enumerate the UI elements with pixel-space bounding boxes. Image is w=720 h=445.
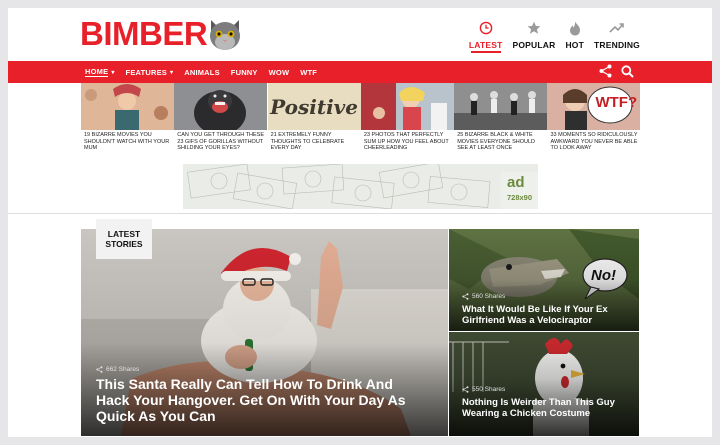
side-share-count: 550 Shares bbox=[462, 386, 505, 393]
share-icon bbox=[462, 293, 469, 300]
featured-thumb: WTF? bbox=[547, 83, 641, 130]
nav-popular-label: POPULAR bbox=[512, 40, 556, 50]
wtf-thumb-text: WTF? bbox=[595, 94, 638, 111]
hero-share-count: 662 Shares bbox=[96, 366, 139, 373]
trending-icon bbox=[609, 20, 625, 36]
page: BIMBER LATEST POPULAR HOT TRENDING HOME … bbox=[8, 8, 712, 437]
ad-label: ad bbox=[507, 174, 525, 191]
masthead: BIMBER LATEST POPULAR HOT TRENDING bbox=[8, 8, 712, 61]
side-story-image bbox=[449, 332, 639, 436]
nav-trending[interactable]: TRENDING bbox=[594, 20, 640, 53]
side-shares-label: 550 Shares bbox=[472, 386, 506, 393]
active-underline bbox=[470, 51, 501, 53]
nav-trending-label: TRENDING bbox=[594, 40, 640, 50]
side-story[interactable]: 550 Shares Nothing Is Weirder Than This … bbox=[449, 332, 639, 436]
ad-banner[interactable]: ad 728x90 bbox=[183, 161, 538, 210]
clock-icon bbox=[479, 20, 493, 36]
featured-card[interactable]: CAN YOU GET THROUGH THESE 23 GIFS OF GOR… bbox=[174, 83, 268, 163]
section-divider bbox=[8, 213, 712, 214]
main-menu-bar: HOME ▾ FEATURES ▾ ANIMALS FUNNY WOW WTF bbox=[8, 61, 712, 83]
side-share-count: 560 Shares bbox=[462, 293, 505, 300]
main-menu: HOME ▾ FEATURES ▾ ANIMALS FUNNY WOW WTF bbox=[85, 61, 317, 83]
menu-wow[interactable]: WOW bbox=[269, 68, 290, 77]
featured-card[interactable]: 19 BIZARRE MOVIES YOU SHOULDN'T WATCH WI… bbox=[81, 83, 174, 163]
cat-logo-icon bbox=[210, 20, 241, 50]
featured-card[interactable]: 25 BIZARRE BLACK & WHITE MOVIES EVERYONE… bbox=[454, 83, 548, 163]
nav-popular[interactable]: POPULAR bbox=[512, 20, 555, 53]
nav-hot-label: HOT bbox=[565, 40, 584, 50]
site-logo[interactable]: BIMBER bbox=[80, 14, 243, 54]
menu-features-label: FEATURES bbox=[125, 67, 167, 77]
featured-caption: 23 PHOTOS THAT PERFECTLY SUM UP HOW YOU … bbox=[363, 132, 449, 152]
chevron-down-icon: ▾ bbox=[111, 69, 115, 76]
featured-thumb: Positive bbox=[267, 83, 361, 130]
logo-text: BIMBER bbox=[80, 15, 208, 52]
featured-caption: 21 EXTREMELY FUNNY THOUGHTS TO CELEBRATE… bbox=[270, 132, 345, 152]
nav-latest-label: LATEST bbox=[468, 40, 503, 50]
featured-caption: 19 BIZARRE MOVIES YOU SHOULDN'T WATCH WI… bbox=[84, 132, 170, 152]
latest-badge-line2: STORIES bbox=[105, 239, 143, 249]
featured-caption: 33 MOMENTS SO RIDICULOUSLY AWKWARD YOU N… bbox=[550, 132, 638, 152]
share-icon[interactable] bbox=[599, 64, 612, 78]
menu-funny[interactable]: FUNNY bbox=[231, 68, 258, 77]
featured-caption: CAN YOU GET THROUGH THESE 23 GIFS OF GOR… bbox=[177, 132, 264, 152]
featured-card[interactable]: WTF? 33 MOMENTS SO RIDICULOUSLY AWKWARD … bbox=[547, 83, 641, 163]
ad-background bbox=[183, 161, 538, 210]
share-icon bbox=[462, 386, 469, 393]
menu-home[interactable]: HOME ▾ bbox=[85, 67, 115, 77]
featured-caption: 25 BIZARRE BLACK & WHITE MOVIES EVERYONE… bbox=[457, 132, 536, 152]
bubble-text: No! bbox=[591, 267, 616, 284]
hero-shares-label: 662 Shares bbox=[106, 366, 140, 373]
nav-latest[interactable]: LATEST bbox=[469, 20, 503, 53]
latest-badge-line1: LATEST bbox=[107, 229, 141, 239]
side-story-title[interactable]: What It Would Be Like If Your Ex Girlfri… bbox=[462, 304, 632, 326]
menu-tools bbox=[599, 64, 634, 78]
nav-hot[interactable]: HOT bbox=[565, 20, 584, 53]
star-icon bbox=[527, 20, 541, 36]
menu-features[interactable]: FEATURES ▾ bbox=[126, 68, 174, 77]
hero-story[interactable]: 662 Shares This Santa Really Can Tell Ho… bbox=[81, 229, 448, 436]
search-icon[interactable] bbox=[621, 64, 634, 78]
hero-title[interactable]: This Santa Really Can Tell How To Drink … bbox=[96, 376, 426, 424]
featured-card[interactable]: Positive 21 EXTREMELY FUNNY THOUGHTS TO … bbox=[267, 83, 361, 163]
featured-thumb bbox=[360, 83, 454, 130]
top-navigation: LATEST POPULAR HOT TRENDING bbox=[469, 20, 640, 53]
side-story-title[interactable]: Nothing Is Weirder Than This Guy Wearing… bbox=[462, 397, 632, 419]
side-shares-label: 560 Shares bbox=[472, 293, 506, 300]
positive-thumb-text: Positive bbox=[270, 94, 359, 119]
side-story[interactable]: No! 560 Shares What It Would Be Like If … bbox=[449, 229, 639, 331]
featured-thumb bbox=[81, 83, 174, 130]
featured-thumb bbox=[454, 83, 548, 130]
chevron-down-icon: ▾ bbox=[170, 69, 174, 76]
share-icon bbox=[96, 366, 103, 373]
menu-home-label: HOME bbox=[85, 67, 109, 77]
latest-stories-badge: LATEST STORIES bbox=[96, 219, 152, 259]
flame-icon bbox=[569, 20, 581, 36]
menu-wtf[interactable]: WTF bbox=[300, 68, 317, 77]
menu-animals[interactable]: ANIMALS bbox=[184, 68, 220, 77]
featured-card[interactable]: 23 PHOTOS THAT PERFECTLY SUM UP HOW YOU … bbox=[360, 83, 454, 163]
featured-thumb bbox=[174, 83, 268, 130]
featured-strip: 19 BIZARRE MOVIES YOU SHOULDN'T WATCH WI… bbox=[81, 83, 641, 163]
ad-size: 728x90 bbox=[507, 193, 533, 202]
